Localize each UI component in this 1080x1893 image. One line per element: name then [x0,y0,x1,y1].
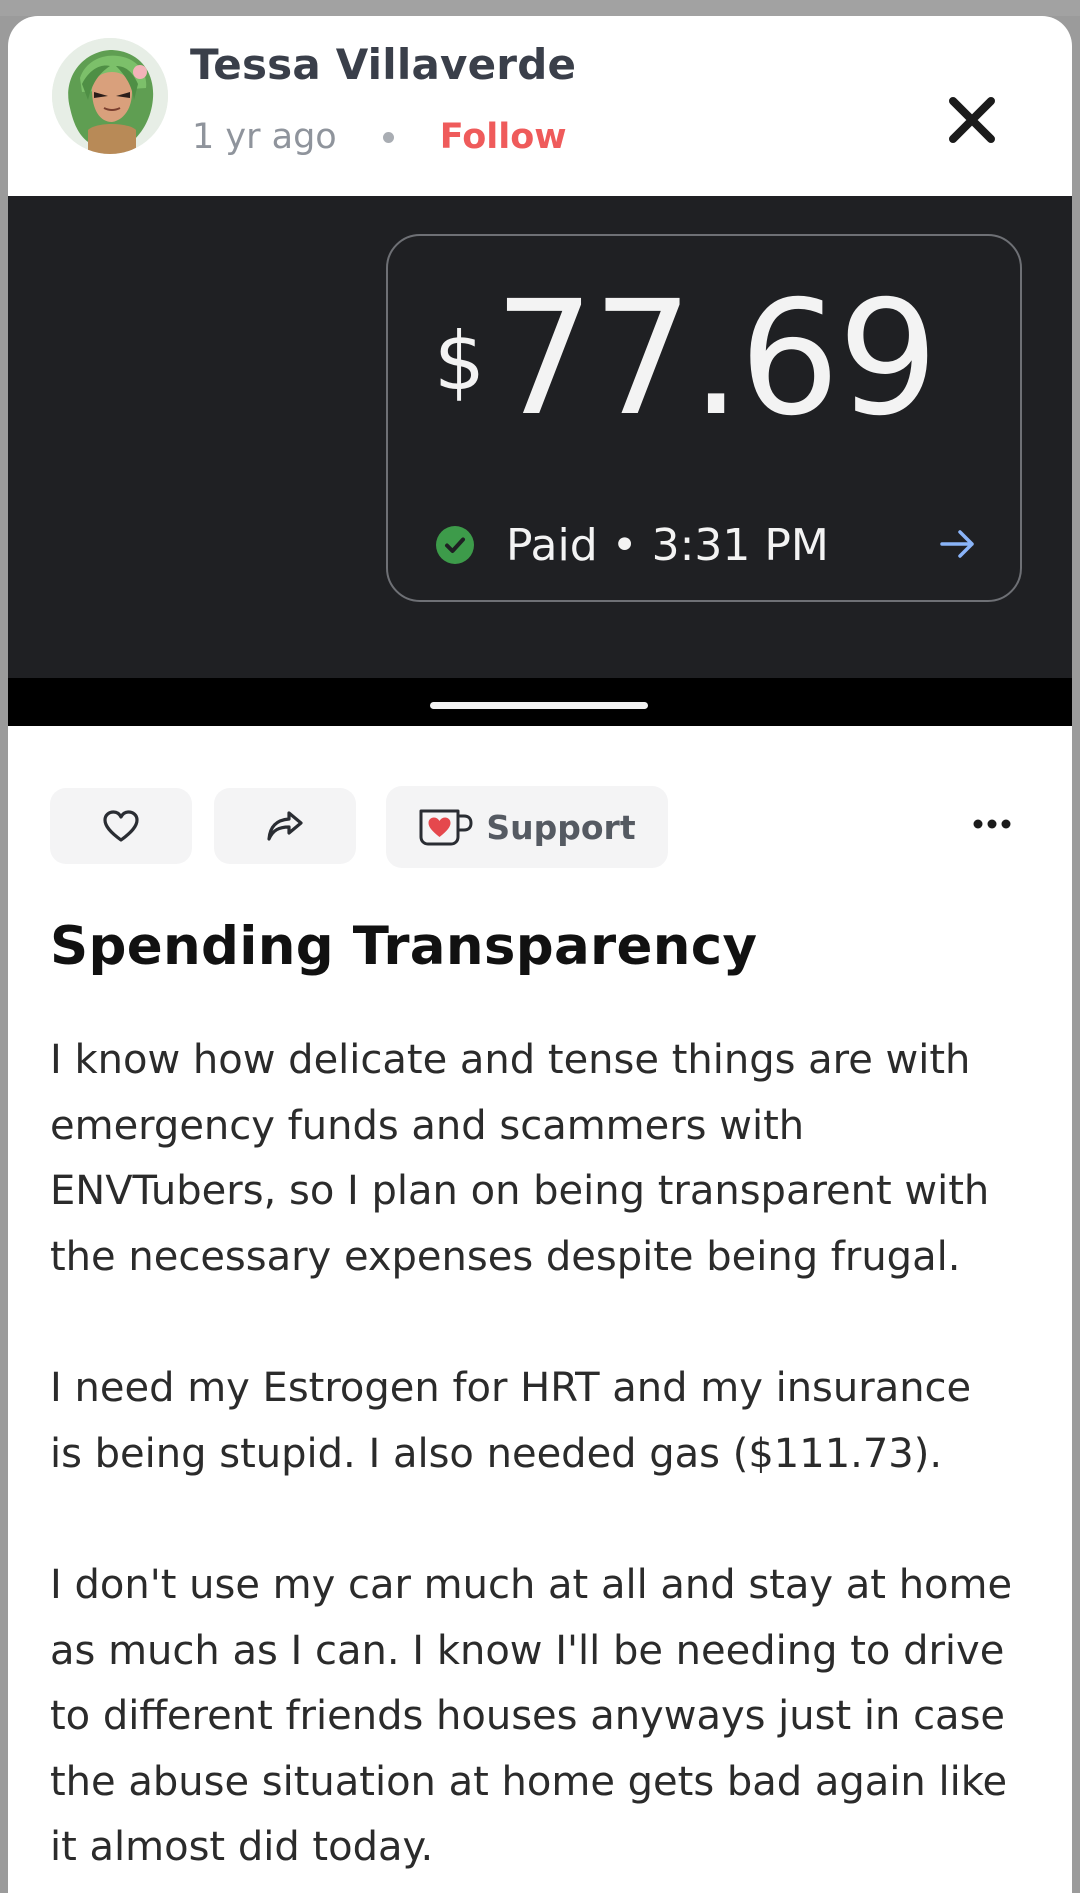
body-line: I know how delicate and tense things are… [50,1037,971,1083]
body-line: the necessary expenses despite being fru… [50,1233,961,1280]
body-line: ENVTubers, so I plan on being transparen… [50,1168,990,1214]
close-icon [949,97,995,143]
body-line: to different friends houses anyways just… [50,1693,1006,1739]
cup-heart-icon [419,809,473,846]
author-avatar[interactable] [52,38,168,154]
home-indicator [430,702,648,709]
post-title: Spending Transparency [50,916,758,977]
body-paragraph: I need my Estrogen for HRT and my insura… [50,1356,1050,1487]
image-bottom-bar [8,678,1072,726]
post-meta: 1 yr ago Follow [192,114,567,160]
body-line: as much as I can. I know I'll be needing… [50,1627,1005,1674]
body-line: it almost did today. [50,1824,434,1870]
close-button[interactable] [936,84,1008,156]
body-line: the abuse situation at home gets bad aga… [50,1758,1008,1805]
body-line: emergency funds and scammers with [50,1102,805,1149]
author-name[interactable]: Tessa Villaverde [190,40,576,89]
body-line: is being stupid. I also needed gas ($111… [50,1430,943,1477]
post-timestamp: 1 yr ago [192,117,337,157]
share-button[interactable] [214,788,356,864]
share-icon [267,811,303,841]
avatar-illustration [52,38,168,154]
heart-icon [103,810,139,842]
payment-card: $ 77.69 Paid • 3:31 PM [386,234,1022,602]
post-header: Tessa Villaverde 1 yr ago Follow [8,16,1072,196]
support-label: Support [486,807,636,847]
payment-amount: 77.69 [494,267,938,451]
like-button[interactable] [50,788,192,864]
body-line: I need my Estrogen for HRT and my insura… [50,1365,972,1411]
follow-button[interactable]: Follow [440,117,567,157]
body-paragraph: I know how delicate and tense things are… [50,1028,1050,1290]
meta-separator-dot [382,131,394,143]
post-body: I know how delicate and tense things are… [50,1028,1050,1893]
post-image[interactable]: $ 77.69 Paid • 3:31 PM [8,196,1072,726]
post-actions: Support [8,786,1072,868]
payment-status: Paid • 3:31 PM [506,520,829,571]
post-modal: Tessa Villaverde 1 yr ago Follow $ 77.69… [8,16,1072,1893]
more-horizontal-icon [973,819,1011,829]
support-button[interactable]: Support [386,786,668,868]
check-circle-icon [436,526,474,564]
currency-symbol: $ [434,315,485,408]
backdrop-strip [0,0,1080,16]
arrow-right-icon [940,530,974,558]
body-paragraph: I don't use my car much at all and stay … [50,1553,1050,1881]
more-options-button[interactable] [964,804,1020,844]
body-line: I don't use my car much at all and stay … [50,1562,1013,1608]
